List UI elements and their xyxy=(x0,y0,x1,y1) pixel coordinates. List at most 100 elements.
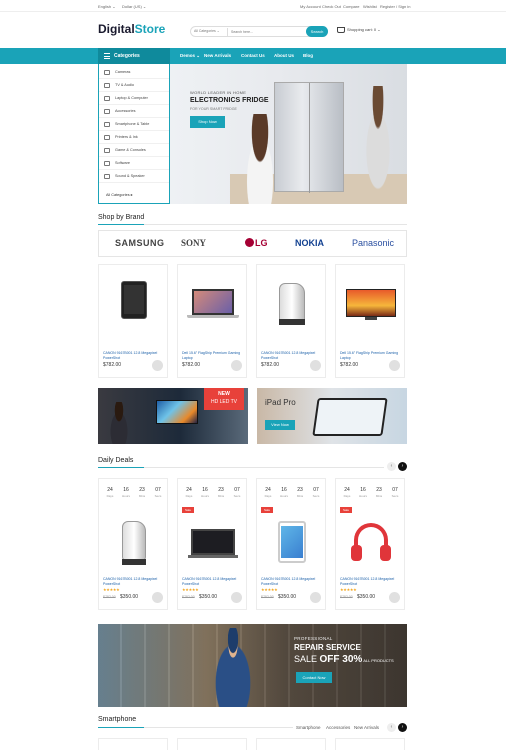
link-my-account[interactable]: My Account xyxy=(300,4,321,9)
product-card[interactable]: Dell 15.6" FlagShip Premium Gaming Lapto… xyxy=(335,264,405,378)
deal-card[interactable]: 24 Days 16 Hours 23 Mins 07 Secs Sale CANON … xyxy=(177,478,247,610)
deals-next-arrow-icon[interactable]: › xyxy=(398,462,407,471)
add-to-cart-icon[interactable] xyxy=(310,592,321,603)
timer-value: 16 xyxy=(202,487,208,493)
nav-demos[interactable]: Demos ⌄ xyxy=(180,48,200,64)
nav-about-us[interactable]: About Us xyxy=(274,48,294,64)
tab-new-arrivals[interactable]: New Arrivals xyxy=(354,725,379,730)
site-logo[interactable]: DigitalStore xyxy=(98,22,165,36)
brand-sony[interactable]: SONY xyxy=(181,238,206,248)
search-button[interactable]: Search xyxy=(306,26,328,37)
smartphone-prev-arrow-icon[interactable]: ‹ xyxy=(387,723,396,732)
sale-badge: Sale xyxy=(340,507,352,513)
add-to-cart-icon[interactable] xyxy=(231,360,242,371)
brand-lg[interactable]: LG xyxy=(245,238,268,248)
add-to-cart-icon[interactable] xyxy=(389,360,400,371)
ribbon-line-1: NEW xyxy=(218,391,230,397)
brand-samsung[interactable]: SAMSUNG xyxy=(115,238,165,248)
product-name[interactable]: Dell 15.6" FlagShip Premium Gaming Lapto… xyxy=(340,351,402,360)
timer-unit: Secs xyxy=(154,494,162,498)
product-name[interactable]: CANON 9167B001 12.8 Megapixel PowerShot xyxy=(261,351,323,360)
product-card[interactable]: Dell 15.6" FlagShip Premium Gaming Lapto… xyxy=(177,264,247,378)
search-category-select[interactable]: All Categories ⌄ xyxy=(194,29,220,33)
sidebar-item-cameras[interactable]: Cameras xyxy=(99,66,169,79)
smartphone-next-arrow-icon[interactable]: › xyxy=(398,723,407,732)
repair-service-banner[interactable]: PROFESSIONAL REPAIR SERVICE SALE OFF 30%… xyxy=(98,624,407,707)
timer-unit: Hours xyxy=(121,494,130,498)
deal-card[interactable]: 24 Days 16 Hours 23 Mins 07 Secs CANON 9167B… xyxy=(98,478,168,610)
timer-unit: Mins xyxy=(375,494,383,498)
timer-unit: Hours xyxy=(279,494,288,498)
deal-card[interactable]: 24 Days 16 Hours 23 Mins 07 Secs Sale CANON … xyxy=(256,478,326,610)
sidebar-item-games[interactable]: Game & Consoles xyxy=(99,144,169,157)
sidebar-item-software[interactable]: Software xyxy=(99,157,169,170)
product-name[interactable]: CANON 9167B001 12.8 Megapixel PowerShot xyxy=(103,351,165,360)
brand-nokia[interactable]: NOKIA xyxy=(295,238,324,248)
timer-secs: 07 Secs xyxy=(231,487,243,503)
deal-old-price: $782.00 xyxy=(261,595,274,599)
contact-now-button[interactable]: Contact Now xyxy=(296,672,332,683)
promo-banner-ipad[interactable]: iPad Pro View Now xyxy=(257,388,407,444)
link-compare[interactable]: Compare xyxy=(343,4,359,9)
cart-icon xyxy=(337,27,345,33)
repair-offer-b: OFF 30% xyxy=(319,654,363,665)
link-check-out[interactable]: Check Out xyxy=(322,4,341,9)
product-price: $782.00 xyxy=(340,362,359,368)
deal-product-name[interactable]: CANON 9167B001 12.8 Megapixel PowerShot xyxy=(103,577,165,586)
product-card[interactable] xyxy=(256,738,326,750)
sidebar-item-smartphone[interactable]: Smartphone & Table xyxy=(99,118,169,131)
timer-value: 24 xyxy=(107,487,113,493)
deal-product-name[interactable]: CANON 9167B001 12.8 Megapixel PowerShot xyxy=(182,577,244,586)
promo-ribbon: NEW HD LED TV xyxy=(204,388,244,410)
categories-toggle[interactable]: Categories xyxy=(98,48,170,64)
nav-blog[interactable]: Blog xyxy=(303,48,313,64)
all-categories-link[interactable]: All Categories ▸ xyxy=(106,192,133,197)
product-card[interactable] xyxy=(335,738,405,750)
deal-product-name[interactable]: CANON 9167B001 12.8 Megapixel PowerShot xyxy=(340,577,402,586)
speaker-icon xyxy=(104,174,110,179)
nav-new-arrivals[interactable]: New Arrivals xyxy=(204,48,231,64)
timer-value: 07 xyxy=(234,487,240,493)
logo-text-a: Digital xyxy=(98,22,135,36)
nav-contact-us[interactable]: Contact Us xyxy=(241,48,265,64)
add-to-cart-icon[interactable] xyxy=(152,592,163,603)
timer-secs: 07 Secs xyxy=(389,487,401,503)
add-to-cart-icon[interactable] xyxy=(310,360,321,371)
sidebar-item-label: TV & Audio xyxy=(115,83,134,87)
sidebar-item-laptop[interactable]: Laptop & Computer xyxy=(99,92,169,105)
product-card[interactable] xyxy=(98,738,168,750)
search-bar: All Categories ⌄ Search xyxy=(190,26,328,37)
deals-prev-arrow-icon[interactable]: ‹ xyxy=(387,462,396,471)
currency-select[interactable]: Dollar (US) ⌄ xyxy=(122,4,146,9)
tab-accessories[interactable]: Accessories xyxy=(326,725,350,730)
gamepad-icon xyxy=(104,148,110,153)
tab-smartphone[interactable]: Smartphone xyxy=(296,725,321,730)
deal-product-name[interactable]: CANON 9167B001 12.8 Megapixel PowerShot xyxy=(261,577,323,586)
link-wishlist[interactable]: Wishlist xyxy=(363,4,377,9)
repair-offer-a: SALE xyxy=(294,654,320,664)
product-card[interactable]: CANON 9167B001 12.8 Megapixel PowerShot … xyxy=(98,264,168,378)
shopping-cart[interactable]: Shopping cart: 0 ⌄ xyxy=(337,27,381,33)
product-card[interactable] xyxy=(177,738,247,750)
product-name[interactable]: Dell 15.6" FlagShip Premium Gaming Lapto… xyxy=(182,351,244,360)
deal-image-headphones xyxy=(346,519,396,569)
sidebar-item-accessories[interactable]: Accessories xyxy=(99,105,169,118)
add-to-cart-icon[interactable] xyxy=(389,592,400,603)
product-card[interactable]: CANON 9167B001 12.8 Megapixel PowerShot … xyxy=(256,264,326,378)
hero-banner: WORLD LEADER IN HOME ELECTRONICS FRIDGE … xyxy=(170,64,407,204)
promo-banner-tv[interactable]: NEW HD LED TV xyxy=(98,388,248,444)
brand-panasonic[interactable]: Panasonic xyxy=(352,238,394,248)
hero-shop-now-button[interactable]: Shop Now xyxy=(190,116,225,128)
deal-image-ipad xyxy=(267,519,317,569)
language-select[interactable]: English ⌄ xyxy=(98,4,116,9)
sidebar-item-tv-audio[interactable]: TV & Audio xyxy=(99,79,169,92)
search-input[interactable] xyxy=(227,28,302,36)
link-register-signin[interactable]: Register / Sign in xyxy=(380,4,410,9)
add-to-cart-icon[interactable] xyxy=(231,592,242,603)
sidebar-item-sound[interactable]: Sound & Speaker xyxy=(99,170,169,183)
deal-card[interactable]: 24 Days 16 Hours 23 Mins 07 Secs Sale CANON … xyxy=(335,478,405,610)
add-to-cart-icon[interactable] xyxy=(152,360,163,371)
timer-hours: 16 Hours xyxy=(199,487,211,503)
ipad-view-now-button[interactable]: View Now xyxy=(265,420,295,430)
sidebar-item-printers[interactable]: Printers & Ink xyxy=(99,131,169,144)
